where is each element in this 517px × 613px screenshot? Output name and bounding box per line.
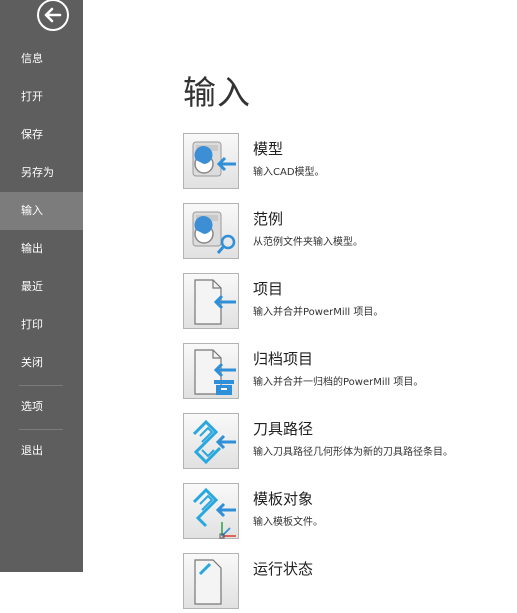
import-archive-project-item[interactable]: 归档项目 输入并合并一归档的PowerMill 项目。	[183, 343, 513, 403]
nav-print[interactable]: 打印	[0, 306, 83, 344]
page-title: 输入	[183, 73, 251, 112]
archive-project-icon	[183, 343, 239, 399]
back-button[interactable]	[36, 0, 70, 32]
nav-save-as[interactable]: 另存为	[0, 154, 83, 192]
item-title: 范例	[253, 210, 284, 228]
import-project-item[interactable]: 项目 输入并合并PowerMill 项目。	[183, 273, 513, 333]
item-description: 从范例文件夹输入模型。	[253, 237, 363, 248]
back-arrow-icon	[37, 0, 69, 31]
import-template-object-item[interactable]: 模板对象 输入模板文件。	[183, 483, 513, 543]
main-panel: 输入 模型 输入CAD模型。 范例 从范例文件夹输入模型。 项目 输入并合并Po…	[83, 0, 517, 609]
import-example-item[interactable]: 范例 从范例文件夹输入模型。	[183, 203, 513, 263]
run-state-icon	[183, 553, 239, 609]
item-description: 输入刀具路径几何形体为新的刀具路径条目。	[253, 447, 453, 458]
nav-import[interactable]: 输入	[0, 192, 83, 230]
item-description: 输入模板文件。	[253, 517, 323, 528]
nav-options[interactable]: 选项	[0, 388, 83, 426]
item-title: 归档项目	[253, 350, 314, 368]
template-object-icon	[183, 483, 239, 539]
item-title: 项目	[253, 280, 284, 298]
sidebar: 信息 打开 保存 另存为 输入 输出 最近 打印 关闭 选项 退出	[0, 0, 83, 572]
project-import-icon	[183, 273, 239, 329]
item-title: 运行状态	[253, 560, 314, 578]
import-model-item[interactable]: 模型 输入CAD模型。	[183, 133, 513, 193]
nav-open[interactable]: 打开	[0, 78, 83, 116]
import-toolpath-item[interactable]: 刀具路径 输入刀具路径几何形体为新的刀具路径条目。	[183, 413, 513, 473]
item-title: 模型	[253, 140, 284, 158]
nav-info[interactable]: 信息	[0, 40, 83, 78]
nav-recent[interactable]: 最近	[0, 268, 83, 306]
nav-close[interactable]: 关闭	[0, 344, 83, 382]
item-title: 刀具路径	[253, 420, 314, 438]
model-import-icon	[183, 133, 239, 189]
nav-divider	[19, 429, 63, 430]
item-title: 模板对象	[253, 490, 314, 508]
toolpath-import-icon	[183, 413, 239, 469]
item-description: 输入CAD模型。	[253, 167, 325, 178]
nav-export[interactable]: 输出	[0, 230, 83, 268]
nav-exit[interactable]: 退出	[0, 432, 83, 470]
import-run-state-item[interactable]: 运行状态	[183, 553, 513, 613]
item-description: 输入并合并PowerMill 项目。	[253, 307, 384, 318]
nav-save[interactable]: 保存	[0, 116, 83, 154]
nav-divider	[19, 385, 63, 386]
example-search-icon	[183, 203, 239, 259]
item-description: 输入并合并一归档的PowerMill 项目。	[253, 377, 424, 388]
